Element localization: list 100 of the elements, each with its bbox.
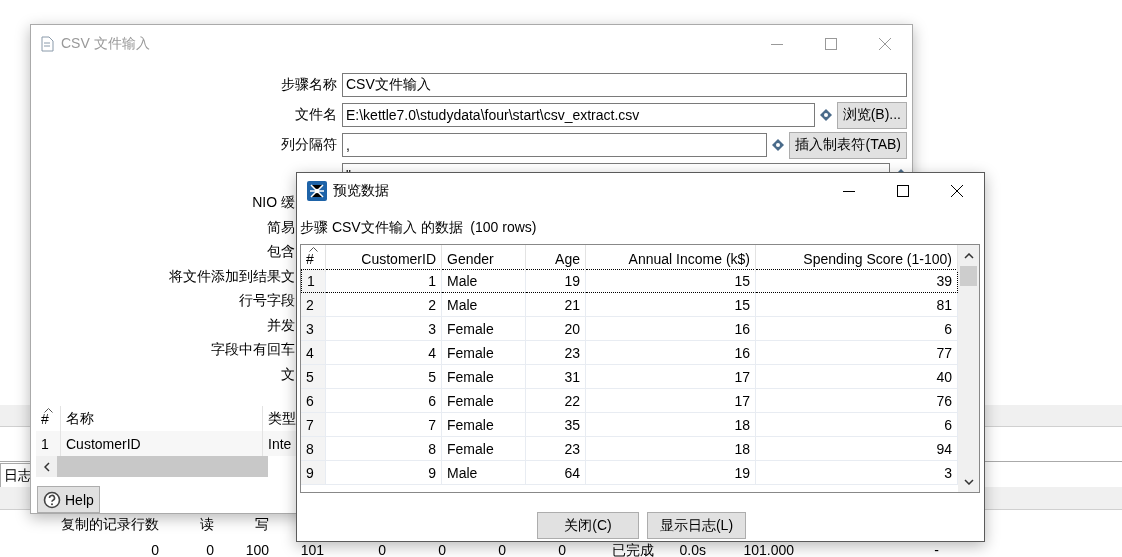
table-cell[interactable]: 3 [326,317,442,341]
table-cell[interactable]: 8 [326,437,442,461]
table-cell[interactable]: 16 [586,317,756,341]
table-cell[interactable]: 81 [756,293,958,317]
input-field[interactable]: CSV文件输入 [342,73,907,97]
table-cell[interactable]: 22 [526,389,586,413]
table-cell-text: 0 [497,543,507,557]
chevron-left-icon[interactable] [43,461,50,472]
table-cell[interactable]: Female [442,341,526,365]
table-cell[interactable]: 1 [301,269,326,293]
table-cell[interactable]: 39 [756,269,958,293]
table-cell[interactable]: 21 [526,293,586,317]
table-cell[interactable]: 2 [301,293,326,317]
table-cell[interactable]: Female [442,389,526,413]
table-cell[interactable]: 17 [586,389,756,413]
table-cell[interactable]: Male [442,293,526,317]
table-cell[interactable]: 5 [326,365,442,389]
field-label: 字段中有回车 [210,340,295,359]
table-cell[interactable]: Female [442,317,526,341]
chevron-up-icon[interactable] [963,252,974,259]
table-cell[interactable]: Female [442,437,526,461]
field-label: 将文件添加到结果文 [168,266,295,286]
table-cell-text: 0 [377,543,387,557]
table-cell-text: 0 [557,543,567,557]
table-cell[interactable]: 15 [586,293,756,317]
close-icon[interactable] [951,185,963,197]
field-label: 文 [280,364,295,384]
field-label: 步骤名称 [280,76,337,94]
table-cell[interactable]: 76 [756,389,958,413]
dialog-button[interactable]: 插入制表符(TAB) [789,131,907,159]
field-label: 并发 [266,315,295,335]
help-button[interactable]: Help [37,486,100,513]
field-label: 行号字段 [238,291,295,310]
table-cell[interactable]: 3 [756,461,958,485]
table-cell-text: 101 [299,543,325,557]
input-field[interactable]: , [342,133,768,157]
scroll-thumb[interactable] [960,266,977,286]
table-cell[interactable]: 5 [301,365,326,389]
table-cell[interactable]: 7 [326,413,442,437]
table-cell[interactable]: 18 [586,413,756,437]
table-cell[interactable]: 19 [526,269,586,293]
table-cell[interactable]: 6 [756,413,958,437]
table-cell[interactable]: 17 [586,365,756,389]
table-cell[interactable]: 64 [526,461,586,485]
input-field[interactable]: E:\kettle7.0\studydata\four\start\csv_extract.csv [342,103,815,127]
table-cell: 1 [36,431,61,456]
table-cell[interactable]: 19 [586,461,756,485]
table-cell-text: 0.0s [678,543,707,557]
table-cell[interactable]: Male [442,269,526,293]
table-cell-text: 0 [150,543,160,557]
column-header: 读 [199,517,215,531]
table-cell[interactable]: 94 [756,437,958,461]
field-label: 列分隔符 [280,136,337,154]
table-cell[interactable]: 2 [326,293,442,317]
table-cell-text: 0 [437,543,447,557]
table-cell[interactable]: Female [442,365,526,389]
window-title: 预览数据 [333,182,390,200]
table-cell[interactable]: 18 [586,437,756,461]
table-cell[interactable]: Male [442,461,526,485]
table-cell[interactable]: 4 [301,341,326,365]
table-cell[interactable]: 6 [756,317,958,341]
table-cell-text: 0 [205,543,215,557]
table-cell[interactable]: 8 [301,437,326,461]
document-icon [41,36,55,52]
table-cell[interactable]: 23 [526,341,586,365]
table-cell[interactable]: 77 [756,341,958,365]
maximize-icon[interactable] [897,185,909,197]
table-cell[interactable]: 3 [301,317,326,341]
table-cell[interactable]: 40 [756,365,958,389]
table-cell[interactable]: 9 [301,461,326,485]
field-label: NIO 缓 [251,193,295,212]
sort-caret-icon [309,247,318,252]
dialog-button[interactable]: 浏览(B)... [836,101,907,129]
table-cell[interactable]: 35 [526,413,586,437]
caption-text: 步骤 CSV文件输入 的数据 (100 rows) [299,218,538,236]
table-cell-text: 已完成 [611,543,655,557]
table-cell[interactable]: 9 [326,461,442,485]
table-cell[interactable]: 7 [301,413,326,437]
table-cell[interactable]: 16 [586,341,756,365]
chevron-down-icon[interactable] [963,478,974,485]
table-cell-text: 101.000 [742,543,795,557]
table-cell-text: - [933,543,940,557]
field-label: 简易 [266,217,295,237]
help-icon [43,490,61,509]
table-cell[interactable]: 15 [586,269,756,293]
table-cell[interactable]: 31 [526,365,586,389]
table-cell[interactable]: 23 [526,437,586,461]
table-cell[interactable]: 20 [526,317,586,341]
field-label: 文件名 [294,106,337,124]
table-cell[interactable]: 4 [326,341,442,365]
table-cell[interactable]: Female [442,413,526,437]
dialog-button[interactable]: 关闭(C) [537,512,639,539]
column-header: 写 [254,517,270,531]
field-label: 包含 [266,242,295,261]
table-cell[interactable]: 6 [301,389,326,413]
table-cell[interactable]: 6 [326,389,442,413]
column-header: 复制的记录行数 [60,517,160,531]
table-cell-text: 100 [244,543,270,557]
table-cell[interactable]: 1 [326,269,442,293]
dialog-button[interactable]: 显示日志(L) [647,512,746,539]
